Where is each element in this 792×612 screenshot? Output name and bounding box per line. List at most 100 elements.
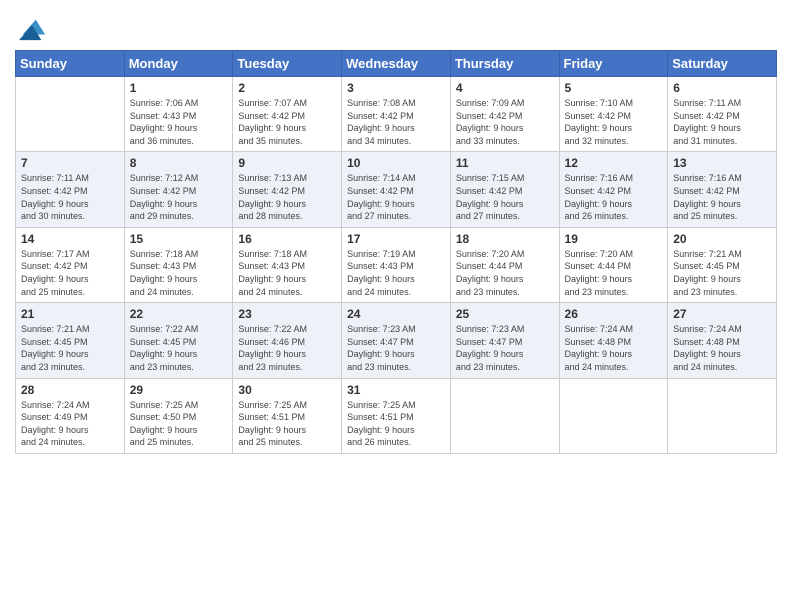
calendar-week-row: 1 Sunrise: 7:06 AM Sunset: 4:43 PM Daylig… bbox=[16, 77, 777, 152]
calendar-week-row: 7Sunrise: 7:11 AM Sunset: 4:42 PM Daylig… bbox=[16, 152, 777, 227]
calendar-cell: 4 Sunrise: 7:09 AM Sunset: 4:42 PM Daylig… bbox=[450, 77, 559, 152]
day-info: Sunrise: 7:08 AM Sunset: 4:42 PM Dayligh… bbox=[347, 97, 445, 147]
calendar-cell: 12 Sunrise: 7:16 AM Sunset: 4:42 PM Dayli… bbox=[559, 152, 668, 227]
day-number: 7 bbox=[21, 156, 119, 170]
day-info: Sunrise: 7:16 AM Sunset: 4:42 PM Dayligh… bbox=[673, 172, 771, 222]
day-number: 18 bbox=[456, 232, 554, 246]
day-number: 26 bbox=[565, 307, 663, 321]
day-number: 5 bbox=[565, 81, 663, 95]
calendar-cell: 10 Sunrise: 7:14 AM Sunset: 4:42 PM Dayli… bbox=[342, 152, 451, 227]
calendar-cell: 7Sunrise: 7:11 AM Sunset: 4:42 PM Daylig… bbox=[16, 152, 125, 227]
calendar-week-row: 14 Sunrise: 7:17 AM Sunset: 4:42 PM Dayli… bbox=[16, 227, 777, 302]
day-number: 22 bbox=[130, 307, 228, 321]
calendar-header-thursday: Thursday bbox=[450, 51, 559, 77]
calendar-cell: 2Sunrise: 7:07 AM Sunset: 4:42 PM Daylig… bbox=[233, 77, 342, 152]
day-number: 17 bbox=[347, 232, 445, 246]
day-info: Sunrise: 7:22 AM Sunset: 4:46 PM Dayligh… bbox=[238, 323, 336, 373]
calendar-cell: 20 Sunrise: 7:21 AM Sunset: 4:45 PM Dayli… bbox=[668, 227, 777, 302]
day-number: 1 bbox=[130, 81, 228, 95]
calendar-cell: 16 Sunrise: 7:18 AM Sunset: 4:43 PM Dayli… bbox=[233, 227, 342, 302]
logo bbox=[15, 14, 47, 42]
day-info: Sunrise: 7:25 AM Sunset: 4:50 PM Dayligh… bbox=[130, 399, 228, 449]
day-number: 31 bbox=[347, 383, 445, 397]
day-info: Sunrise: 7:20 AM Sunset: 4:44 PM Dayligh… bbox=[456, 248, 554, 298]
day-number: 9 bbox=[238, 156, 336, 170]
calendar-cell: 14 Sunrise: 7:17 AM Sunset: 4:42 PM Dayli… bbox=[16, 227, 125, 302]
day-info: Sunrise: 7:09 AM Sunset: 4:42 PM Dayligh… bbox=[456, 97, 554, 147]
day-number: 12 bbox=[565, 156, 663, 170]
day-info: Sunrise: 7:18 AM Sunset: 4:43 PM Dayligh… bbox=[130, 248, 228, 298]
day-info: Sunrise: 7:24 AM Sunset: 4:48 PM Dayligh… bbox=[565, 323, 663, 373]
day-number: 28 bbox=[21, 383, 119, 397]
day-number: 10 bbox=[347, 156, 445, 170]
calendar-cell: 9Sunrise: 7:13 AM Sunset: 4:42 PM Daylig… bbox=[233, 152, 342, 227]
calendar-header-tuesday: Tuesday bbox=[233, 51, 342, 77]
calendar-cell: 22Sunrise: 7:22 AM Sunset: 4:45 PM Dayli… bbox=[124, 303, 233, 378]
day-number: 19 bbox=[565, 232, 663, 246]
calendar-header-saturday: Saturday bbox=[668, 51, 777, 77]
day-info: Sunrise: 7:25 AM Sunset: 4:51 PM Dayligh… bbox=[238, 399, 336, 449]
day-info: Sunrise: 7:17 AM Sunset: 4:42 PM Dayligh… bbox=[21, 248, 119, 298]
day-info: Sunrise: 7:18 AM Sunset: 4:43 PM Dayligh… bbox=[238, 248, 336, 298]
page-container: SundayMondayTuesdayWednesdayThursdayFrid… bbox=[0, 0, 792, 612]
calendar-cell bbox=[450, 378, 559, 453]
day-number: 20 bbox=[673, 232, 771, 246]
day-info: Sunrise: 7:24 AM Sunset: 4:49 PM Dayligh… bbox=[21, 399, 119, 449]
calendar-cell: 24 Sunrise: 7:23 AM Sunset: 4:47 PM Dayli… bbox=[342, 303, 451, 378]
calendar-header-sunday: Sunday bbox=[16, 51, 125, 77]
calendar-cell bbox=[559, 378, 668, 453]
calendar-cell: 15 Sunrise: 7:18 AM Sunset: 4:43 PM Dayli… bbox=[124, 227, 233, 302]
calendar-cell: 28 Sunrise: 7:24 AM Sunset: 4:49 PM Dayli… bbox=[16, 378, 125, 453]
day-info: Sunrise: 7:23 AM Sunset: 4:47 PM Dayligh… bbox=[347, 323, 445, 373]
day-number: 16 bbox=[238, 232, 336, 246]
calendar-cell: 27 Sunrise: 7:24 AM Sunset: 4:48 PM Dayli… bbox=[668, 303, 777, 378]
day-info: Sunrise: 7:19 AM Sunset: 4:43 PM Dayligh… bbox=[347, 248, 445, 298]
calendar-cell: 17 Sunrise: 7:19 AM Sunset: 4:43 PM Dayli… bbox=[342, 227, 451, 302]
day-number: 2 bbox=[238, 81, 336, 95]
calendar-cell: 5 Sunrise: 7:10 AM Sunset: 4:42 PM Daylig… bbox=[559, 77, 668, 152]
calendar-table: SundayMondayTuesdayWednesdayThursdayFrid… bbox=[15, 50, 777, 454]
calendar-cell: 3Sunrise: 7:08 AM Sunset: 4:42 PM Daylig… bbox=[342, 77, 451, 152]
calendar-cell: 30Sunrise: 7:25 AM Sunset: 4:51 PM Dayli… bbox=[233, 378, 342, 453]
calendar-cell: 25Sunrise: 7:23 AM Sunset: 4:47 PM Dayli… bbox=[450, 303, 559, 378]
calendar-header-row: SundayMondayTuesdayWednesdayThursdayFrid… bbox=[16, 51, 777, 77]
day-number: 6 bbox=[673, 81, 771, 95]
day-info: Sunrise: 7:10 AM Sunset: 4:42 PM Dayligh… bbox=[565, 97, 663, 147]
day-number: 21 bbox=[21, 307, 119, 321]
day-info: Sunrise: 7:25 AM Sunset: 4:51 PM Dayligh… bbox=[347, 399, 445, 449]
calendar-cell: 13 Sunrise: 7:16 AM Sunset: 4:42 PM Dayli… bbox=[668, 152, 777, 227]
day-number: 4 bbox=[456, 81, 554, 95]
calendar-cell: 21 Sunrise: 7:21 AM Sunset: 4:45 PM Dayli… bbox=[16, 303, 125, 378]
calendar-cell: 6 Sunrise: 7:11 AM Sunset: 4:42 PM Daylig… bbox=[668, 77, 777, 152]
calendar-cell: 18 Sunrise: 7:20 AM Sunset: 4:44 PM Dayli… bbox=[450, 227, 559, 302]
day-info: Sunrise: 7:11 AM Sunset: 4:42 PM Dayligh… bbox=[673, 97, 771, 147]
day-number: 13 bbox=[673, 156, 771, 170]
day-info: Sunrise: 7:15 AM Sunset: 4:42 PM Dayligh… bbox=[456, 172, 554, 222]
day-info: Sunrise: 7:24 AM Sunset: 4:48 PM Dayligh… bbox=[673, 323, 771, 373]
calendar-week-row: 28 Sunrise: 7:24 AM Sunset: 4:49 PM Dayli… bbox=[16, 378, 777, 453]
calendar-header-friday: Friday bbox=[559, 51, 668, 77]
day-number: 27 bbox=[673, 307, 771, 321]
day-number: 23 bbox=[238, 307, 336, 321]
day-number: 29 bbox=[130, 383, 228, 397]
day-info: Sunrise: 7:21 AM Sunset: 4:45 PM Dayligh… bbox=[673, 248, 771, 298]
calendar-cell: 1 Sunrise: 7:06 AM Sunset: 4:43 PM Daylig… bbox=[124, 77, 233, 152]
day-info: Sunrise: 7:06 AM Sunset: 4:43 PM Dayligh… bbox=[130, 97, 228, 147]
day-info: Sunrise: 7:20 AM Sunset: 4:44 PM Dayligh… bbox=[565, 248, 663, 298]
day-info: Sunrise: 7:23 AM Sunset: 4:47 PM Dayligh… bbox=[456, 323, 554, 373]
calendar-cell: 11 Sunrise: 7:15 AM Sunset: 4:42 PM Dayli… bbox=[450, 152, 559, 227]
calendar-cell: 23 Sunrise: 7:22 AM Sunset: 4:46 PM Dayli… bbox=[233, 303, 342, 378]
calendar-cell: 8Sunrise: 7:12 AM Sunset: 4:42 PM Daylig… bbox=[124, 152, 233, 227]
calendar-cell: 26 Sunrise: 7:24 AM Sunset: 4:48 PM Dayli… bbox=[559, 303, 668, 378]
day-info: Sunrise: 7:14 AM Sunset: 4:42 PM Dayligh… bbox=[347, 172, 445, 222]
day-info: Sunrise: 7:21 AM Sunset: 4:45 PM Dayligh… bbox=[21, 323, 119, 373]
calendar-header-monday: Monday bbox=[124, 51, 233, 77]
calendar-cell: 31 Sunrise: 7:25 AM Sunset: 4:51 PM Dayli… bbox=[342, 378, 451, 453]
day-number: 14 bbox=[21, 232, 119, 246]
day-number: 11 bbox=[456, 156, 554, 170]
calendar-cell bbox=[668, 378, 777, 453]
day-number: 24 bbox=[347, 307, 445, 321]
calendar-week-row: 21 Sunrise: 7:21 AM Sunset: 4:45 PM Dayli… bbox=[16, 303, 777, 378]
day-number: 15 bbox=[130, 232, 228, 246]
day-info: Sunrise: 7:16 AM Sunset: 4:42 PM Dayligh… bbox=[565, 172, 663, 222]
